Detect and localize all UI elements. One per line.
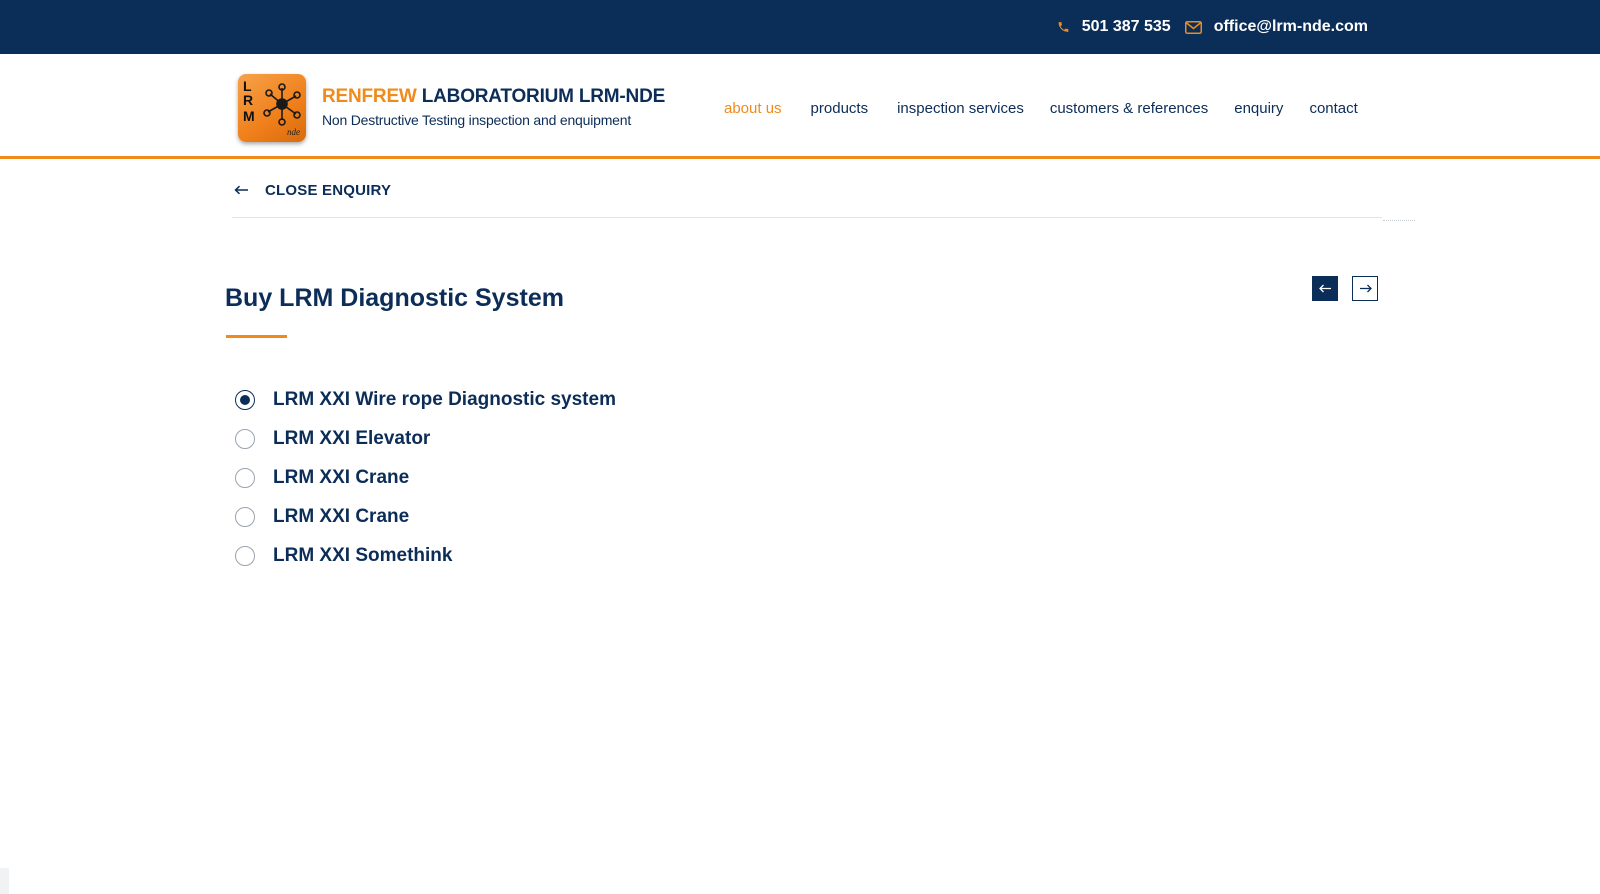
nav-item-contact[interactable]: contact bbox=[1309, 100, 1357, 117]
radio-button[interactable] bbox=[235, 467, 255, 488]
nav-item-products[interactable]: products bbox=[811, 100, 869, 117]
nav-item-inspection-services[interactable]: inspection services bbox=[897, 100, 1024, 117]
email-link[interactable]: office@lrm-nde.com bbox=[1184, 18, 1368, 36]
page-title: Buy LRM Diagnostic System bbox=[225, 284, 564, 312]
main-navigation: about us products inspection services cu… bbox=[724, 100, 1358, 117]
close-enquiry-label: CLOSE ENQUIRY bbox=[265, 182, 392, 199]
divider bbox=[1383, 220, 1415, 221]
arrow-left-icon bbox=[234, 182, 249, 199]
wire-rope-icon bbox=[263, 83, 301, 126]
nav-item-enquiry[interactable]: enquiry bbox=[1234, 100, 1283, 117]
option-label: LRM XXI Wire rope Diagnostic system bbox=[273, 388, 616, 410]
option-crane[interactable]: LRM XXI Crane bbox=[235, 458, 616, 497]
top-contact-bar: 501 387 535 office@lrm-nde.com bbox=[0, 0, 1600, 54]
nav-item-customers-references[interactable]: customers & references bbox=[1050, 100, 1208, 117]
company-logo[interactable]: LR M nde bbox=[238, 74, 306, 142]
close-enquiry-button[interactable]: CLOSE ENQUIRY bbox=[234, 182, 391, 199]
nav-item-about-us[interactable]: about us bbox=[724, 100, 782, 117]
option-crane-2[interactable]: LRM XXI Crane bbox=[235, 497, 616, 536]
option-label: LRM XXI Crane bbox=[273, 505, 410, 527]
next-button[interactable] bbox=[1352, 276, 1378, 301]
arrow-left-icon bbox=[1318, 280, 1332, 298]
arrow-right-icon bbox=[1359, 280, 1372, 298]
envelope-icon bbox=[1184, 20, 1202, 34]
option-somethink[interactable]: LRM XXI Somethink bbox=[235, 536, 616, 575]
radio-button[interactable] bbox=[235, 545, 255, 566]
company-tagline: Non Destructive Testing inspection and e… bbox=[322, 112, 632, 128]
brand-name[interactable]: RENFREW LABORATORIUM LRM-NDE Non Destruc… bbox=[322, 86, 665, 128]
previous-button[interactable] bbox=[1312, 276, 1338, 301]
radio-button[interactable] bbox=[235, 428, 255, 449]
title-underline bbox=[226, 335, 287, 338]
radio-button[interactable] bbox=[235, 389, 255, 410]
contact-info: 501 387 535 office@lrm-nde.com bbox=[1057, 0, 1368, 54]
phone-link[interactable]: 501 387 535 bbox=[1057, 18, 1171, 36]
email-address: office@lrm-nde.com bbox=[1213, 18, 1368, 35]
radio-button[interactable] bbox=[235, 506, 255, 527]
option-label: LRM XXI Crane bbox=[273, 466, 410, 488]
logo-nde: nde bbox=[287, 127, 300, 137]
logo-letters: LR bbox=[243, 78, 254, 108]
company-name: RENFREW LABORATORIUM LRM-NDE bbox=[322, 86, 666, 107]
scroll-corner bbox=[0, 868, 9, 894]
option-elevator[interactable]: LRM XXI Elevator bbox=[235, 419, 616, 458]
phone-icon bbox=[1057, 20, 1070, 34]
phone-number: 501 387 535 bbox=[1081, 18, 1171, 35]
logo-letter-m: M bbox=[243, 108, 255, 124]
option-label: LRM XXI Somethink bbox=[273, 544, 453, 566]
site-header: LR M nde RENFREW LABORATORIUM LRM-NDE No… bbox=[0, 54, 1600, 159]
product-options: LRM XXI Wire rope Diagnostic system LRM … bbox=[235, 380, 616, 575]
option-label: LRM XXI Elevator bbox=[273, 427, 431, 449]
enquiry-toolbar: CLOSE ENQUIRY bbox=[232, 178, 1382, 218]
option-wire-rope[interactable]: LRM XXI Wire rope Diagnostic system bbox=[235, 380, 616, 419]
